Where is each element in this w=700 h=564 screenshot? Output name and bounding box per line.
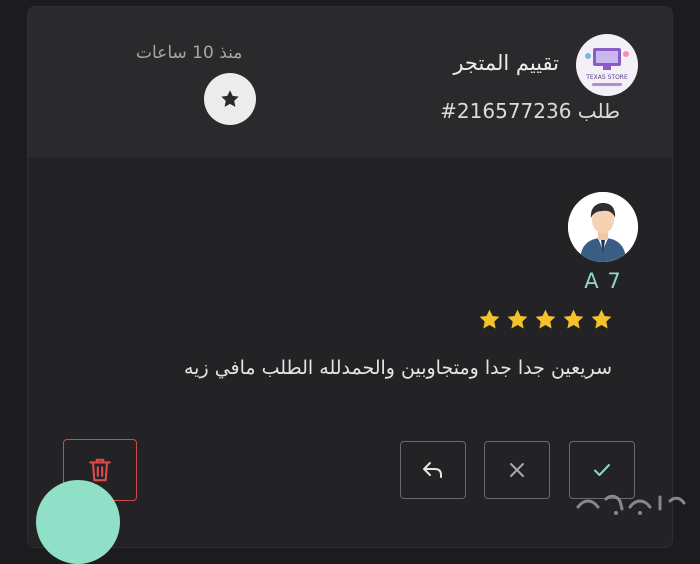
trash-icon	[89, 458, 111, 482]
reviewer-avatar	[568, 192, 638, 262]
close-icon	[510, 463, 524, 477]
star-icon	[479, 309, 500, 329]
review-card-header: TEXAS STORE تقييم المتجر طلب 216577236# …	[28, 7, 672, 158]
store-logo: TEXAS STORE	[576, 34, 638, 96]
review-card: TEXAS STORE تقييم المتجر طلب 216577236# …	[27, 6, 673, 548]
rating-stars	[474, 307, 614, 335]
timestamp: منذ 10 ساعات	[136, 43, 243, 63]
star-icon	[591, 309, 612, 329]
review-type-badge	[204, 73, 256, 125]
watermark-logo	[570, 487, 690, 517]
star-icon	[535, 309, 556, 329]
check-icon	[594, 464, 610, 476]
store-logo-text: TEXAS STORE	[585, 74, 628, 81]
order-number[interactable]: طلب 216577236#	[440, 99, 620, 123]
reply-icon	[423, 462, 442, 478]
page-title: تقييم المتجر	[453, 51, 559, 75]
review-text: سريعين جدا جدا ومتجاوبين والحمدلله الطلب…	[184, 357, 612, 379]
reply-button[interactable]	[400, 441, 466, 499]
floating-action-button[interactable]	[36, 480, 120, 564]
reject-button[interactable]	[484, 441, 550, 499]
star-icon	[563, 309, 584, 329]
star-icon	[507, 309, 528, 329]
reviewer-name: A 7	[584, 269, 622, 293]
star-icon	[221, 90, 239, 107]
